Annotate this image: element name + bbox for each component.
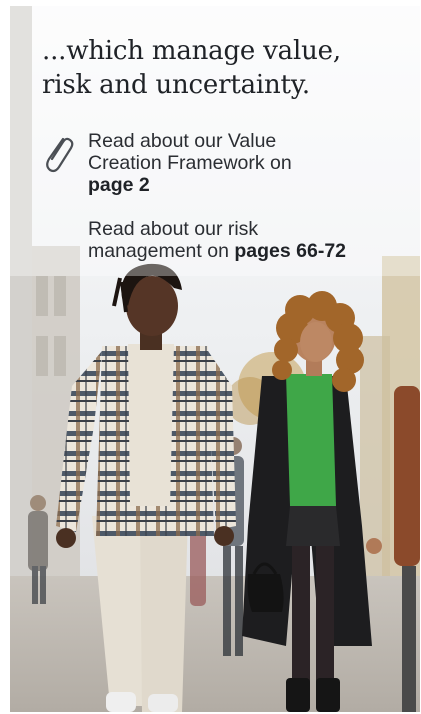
ref2-line1: Read about our risk: [88, 218, 259, 240]
headline-line-2: risk and uncertainty.: [42, 70, 310, 100]
value-framework-reference: Read about our Value Creation Framework …: [88, 130, 368, 196]
page-2-link[interactable]: page 2: [88, 174, 150, 196]
pages-66-72-link[interactable]: pages 66-72: [234, 240, 346, 262]
risk-management-reference: Read about our risk management on pages …: [88, 218, 418, 262]
ref1-line1: Read about our Value: [88, 130, 277, 152]
headline-line-1: ...which manage value,: [42, 36, 341, 66]
page-panel: ...which manage value, risk and uncertai…: [10, 6, 420, 712]
ref1-line2: Creation Framework on: [88, 152, 292, 174]
street-photo: [10, 6, 420, 712]
ref2-line2-prefix: management on: [88, 240, 235, 262]
paperclip-icon: [46, 137, 74, 173]
headline: ...which manage value, risk and uncertai…: [42, 34, 402, 102]
